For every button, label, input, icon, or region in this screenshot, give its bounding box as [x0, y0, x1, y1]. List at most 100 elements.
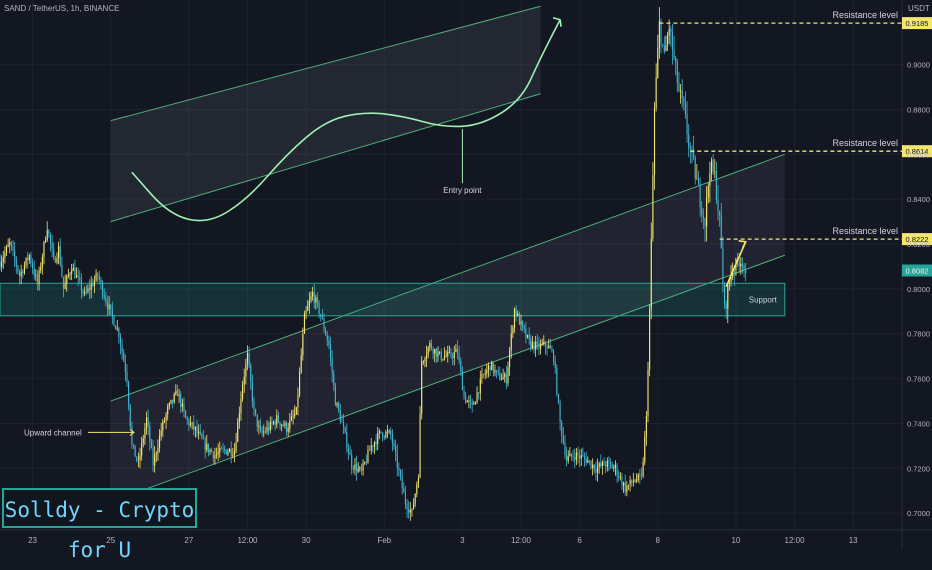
candle	[152, 439, 154, 472]
candle	[442, 358, 444, 361]
candle	[5, 244, 8, 256]
candle-body	[704, 217, 706, 227]
price-chart[interactable]: Entry point Upward channel Support Resistan…	[0, 0, 932, 550]
candle-body	[385, 431, 387, 438]
candle	[93, 275, 96, 294]
candle	[411, 508, 413, 517]
candle	[624, 474, 626, 496]
candle	[505, 365, 507, 389]
candle	[574, 448, 576, 468]
candle-body	[455, 349, 457, 353]
candle-body	[131, 426, 133, 445]
candle-body	[743, 265, 745, 271]
candle	[482, 373, 485, 378]
candle	[388, 429, 390, 435]
candle	[567, 450, 569, 464]
candle	[53, 242, 55, 261]
candle-body	[263, 431, 265, 433]
candle	[416, 481, 418, 498]
candle-body	[367, 449, 369, 463]
candle	[450, 347, 452, 359]
candle	[206, 434, 208, 453]
candle-body	[349, 452, 351, 456]
candle-body	[305, 310, 307, 314]
candle-body	[497, 370, 499, 373]
candle-body	[217, 452, 219, 455]
candle	[217, 443, 219, 462]
candle	[466, 399, 468, 403]
candle	[372, 444, 374, 453]
candle-body	[364, 462, 366, 464]
candle	[233, 443, 236, 463]
x-tick-label: 12:00	[511, 536, 532, 545]
candle-body	[360, 467, 363, 471]
candle-body	[626, 486, 628, 493]
candle-body	[546, 346, 548, 348]
candle-body	[686, 114, 688, 135]
candle-body	[82, 290, 84, 293]
candle	[54, 255, 56, 264]
candle-body	[469, 400, 472, 402]
candle-body	[62, 276, 65, 289]
candle	[299, 367, 301, 398]
candle-body	[422, 361, 424, 362]
candle-body	[2, 257, 4, 262]
candle	[269, 416, 271, 434]
candle-body	[352, 467, 354, 470]
candle-body	[53, 249, 55, 258]
candle	[155, 451, 157, 462]
candle-body	[675, 57, 677, 63]
candle	[224, 445, 226, 455]
candle-body	[579, 455, 581, 459]
candle	[606, 457, 608, 472]
candle	[49, 232, 52, 252]
candle-body	[702, 215, 704, 218]
candle	[650, 222, 652, 320]
candle-body	[308, 301, 310, 307]
candle	[640, 467, 643, 480]
candle-body	[303, 313, 306, 334]
candle-body	[629, 479, 631, 485]
candle-body	[1, 261, 3, 268]
candle	[465, 391, 467, 404]
candle-body	[54, 257, 56, 263]
candle	[346, 423, 348, 453]
candle-body	[512, 327, 514, 334]
candle	[215, 447, 218, 459]
candle	[663, 36, 665, 54]
candle-body	[219, 447, 221, 453]
candle	[686, 101, 688, 143]
candle-body	[440, 351, 442, 360]
candle-body	[582, 455, 584, 457]
candle-body	[580, 455, 582, 459]
candle-body	[211, 449, 213, 453]
candle-body	[740, 264, 742, 267]
candle	[131, 421, 133, 449]
candle	[199, 423, 201, 436]
candle	[649, 304, 651, 377]
candle-body	[590, 460, 592, 468]
candle	[590, 460, 592, 470]
candle	[430, 339, 433, 351]
candle-body	[603, 461, 605, 466]
candle	[575, 448, 577, 466]
candle	[507, 361, 509, 387]
candle	[256, 414, 258, 432]
candle	[525, 321, 527, 344]
candle	[334, 382, 336, 406]
candle-body	[481, 374, 483, 379]
candle	[261, 426, 263, 437]
candle	[36, 270, 39, 291]
candle	[25, 257, 27, 269]
candle	[300, 348, 302, 374]
candle-body	[22, 271, 24, 274]
candle	[727, 281, 729, 324]
candle-body	[616, 465, 618, 476]
candle-body	[230, 448, 232, 456]
candle-body	[471, 401, 473, 405]
candle	[325, 326, 327, 336]
candle	[168, 402, 170, 410]
candle	[230, 441, 232, 464]
candle	[699, 177, 701, 217]
candle-body	[543, 341, 545, 345]
